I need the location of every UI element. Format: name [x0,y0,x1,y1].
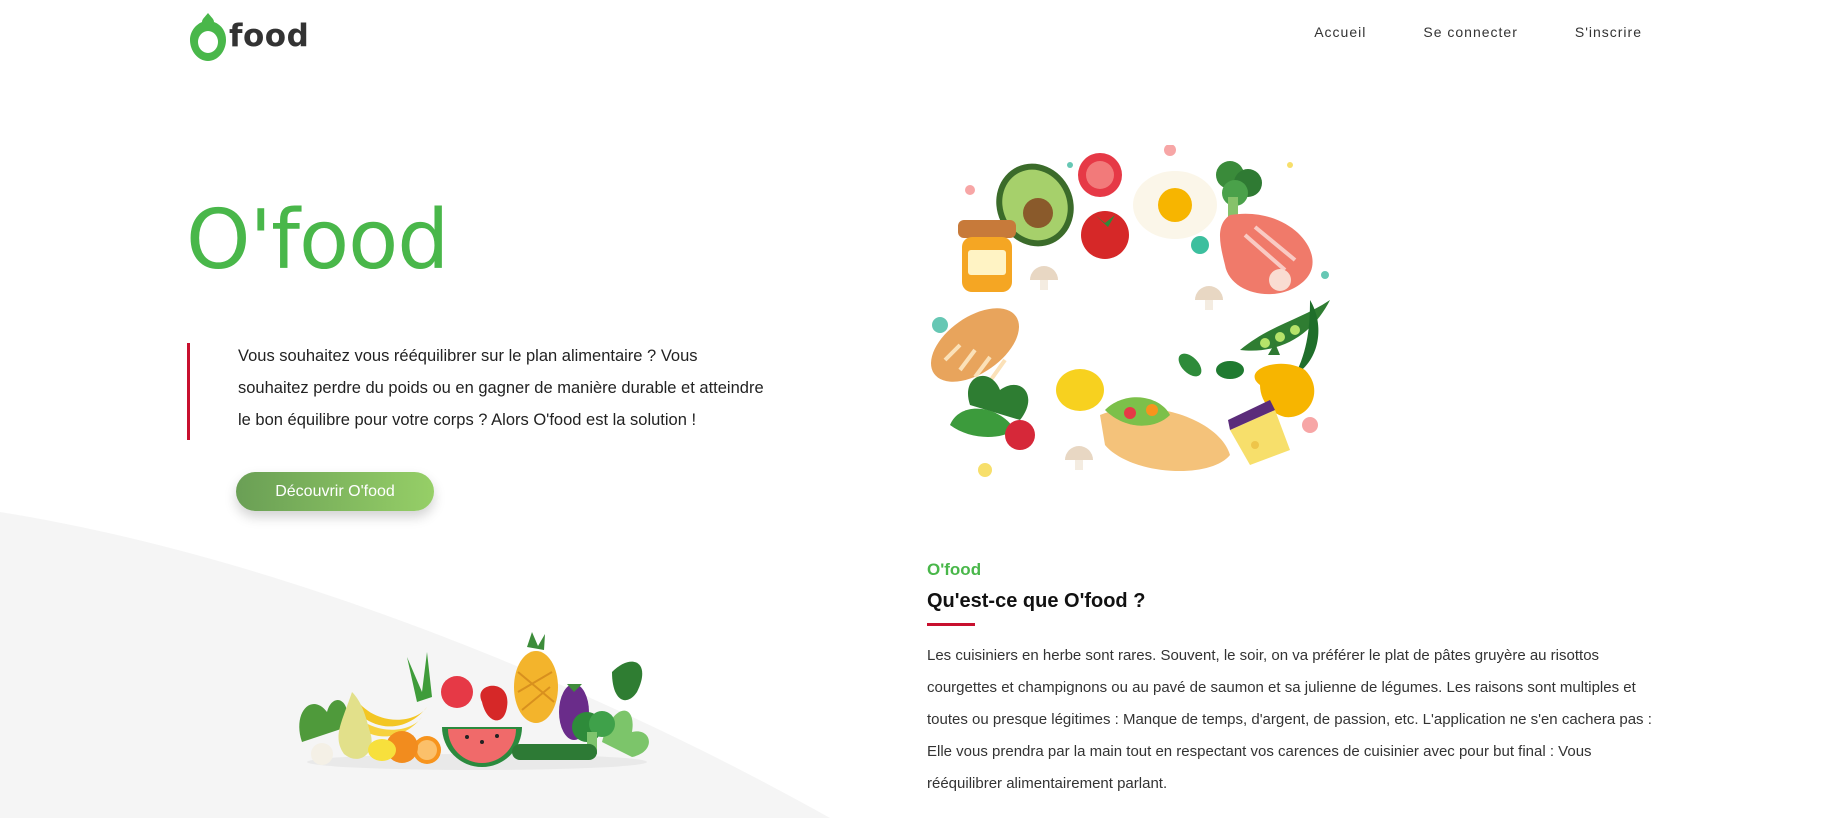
discover-button[interactable]: Découvrir O'food [236,472,434,511]
hero-title: O'food [186,193,449,288]
hero-intro-quote: Vous souhaitez vous rééquilibrer sur le … [187,343,767,440]
vegetable-pile-illustration [299,632,649,770]
about-body: Les cuisiniers en herbe sont rares. Souv… [927,647,1652,792]
nav-link-accueil[interactable]: Accueil [1314,24,1366,40]
nav-link-se-connecter[interactable]: Se connecter [1423,24,1518,40]
nav-link-sinscrire[interactable]: S'inscrire [1575,24,1642,40]
header: food Accueil Se connecter S'inscrire [0,0,1825,76]
about-section: O'food Qu'est-ce que O'food ? Les cuisin… [927,560,1667,800]
o-leaf-icon [190,13,226,61]
about-kicker: O'food [927,560,982,579]
about-divider [927,623,975,626]
logo-text: food [229,18,310,54]
main-nav: Accueil Se connecter S'inscrire [1257,24,1642,40]
logo[interactable]: food [189,9,309,63]
about-title: Qu'est-ce que O'food ? [927,590,1146,612]
hero-intro-text: Vous souhaitez vous rééquilibrer sur le … [238,347,764,429]
food-ring-illustration [931,145,1330,477]
landing-page: food Accueil Se connecter S'inscrire O'f… [0,0,1825,818]
